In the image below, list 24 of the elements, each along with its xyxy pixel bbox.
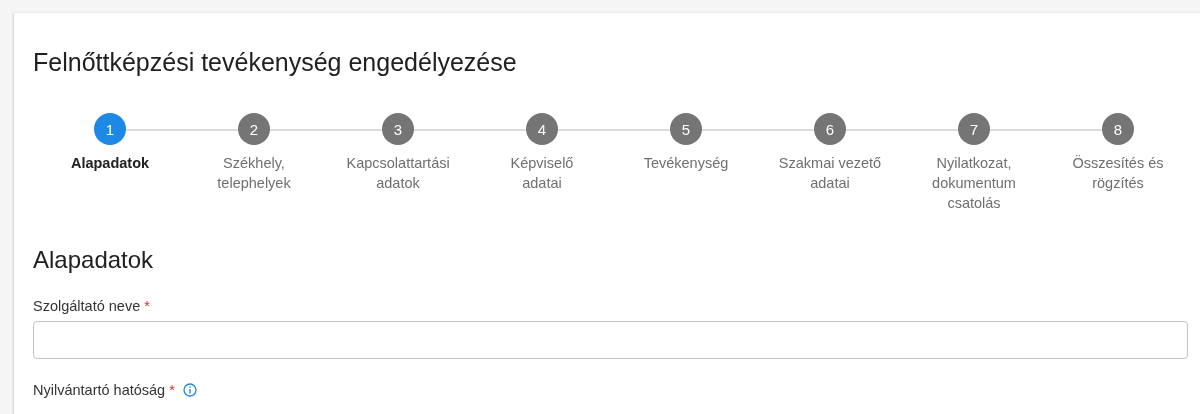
- required-mark: *: [144, 298, 150, 314]
- input-field[interactable]: [33, 321, 1188, 359]
- step-label[interactable]: Székhely, telephelyek: [202, 153, 306, 193]
- section-title: Alapadatok: [33, 245, 155, 275]
- step-number[interactable]: 4: [526, 113, 558, 145]
- step-number[interactable]: 1: [94, 113, 126, 145]
- info-icon[interactable]: [182, 383, 197, 397]
- step-number[interactable]: 3: [382, 113, 414, 145]
- step-number[interactable]: 7: [958, 113, 990, 145]
- step-number[interactable]: 8: [1102, 113, 1134, 145]
- page-title: Felnőttképzési tevékenység engedélyezése: [33, 47, 518, 78]
- field-label: Szolgáltató neve: [33, 298, 141, 314]
- step-label[interactable]: Képviselő adatai: [490, 153, 594, 193]
- step-number[interactable]: 2: [238, 113, 270, 145]
- field-label: Nyilvántartó hatóság: [33, 382, 166, 398]
- step-number[interactable]: 5: [670, 113, 702, 145]
- step-label[interactable]: Alapadatok: [70, 153, 150, 173]
- step-label[interactable]: Kapcsolattartási adatok: [346, 153, 450, 193]
- step-label[interactable]: Összesítés és rögzítés: [1066, 153, 1170, 193]
- required-mark: *: [169, 382, 175, 398]
- step-number[interactable]: 6: [814, 113, 846, 145]
- step-label[interactable]: Szakmai vezető adatai: [778, 153, 882, 193]
- step-label[interactable]: Tevékenység: [643, 153, 729, 173]
- step-label[interactable]: Nyilatkozat, dokumentum csatolás: [922, 153, 1026, 213]
